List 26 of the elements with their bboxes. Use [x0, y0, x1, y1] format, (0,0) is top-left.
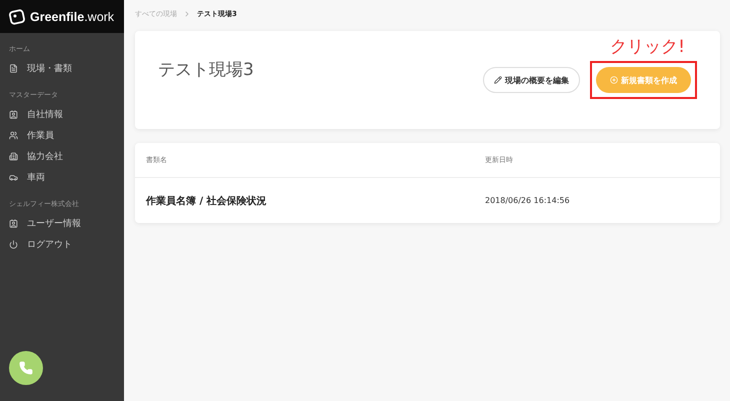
sidebar-item[interactable]: 自社情報	[0, 104, 124, 125]
annotation-text: クリック!	[610, 36, 685, 58]
contact-card-icon	[9, 219, 18, 228]
document-name[interactable]: 作業員名簿 / 社会保険状況	[146, 194, 485, 208]
logo-text: Greenfile.work	[30, 10, 114, 24]
sidebar-item[interactable]: 協力会社	[0, 146, 124, 167]
building-icon	[9, 152, 18, 161]
sidebar-item[interactable]: ユーザー情報	[0, 213, 124, 234]
sidebar-item[interactable]: 車両	[0, 167, 124, 188]
contact-card-icon	[9, 110, 18, 119]
phone-icon	[19, 361, 33, 375]
power-icon	[9, 240, 18, 249]
logo-icon	[9, 8, 25, 24]
page-title: テスト現場3	[158, 58, 255, 80]
sidebar-item[interactable]: 現場・書類	[0, 58, 124, 79]
plus-circle-icon	[610, 76, 618, 84]
pencil-icon	[494, 76, 502, 84]
people-icon	[9, 131, 18, 140]
chevron-icon	[183, 10, 191, 18]
sidebar-item[interactable]: 作業員	[0, 125, 124, 146]
sidebar-item[interactable]: ログアウト	[0, 234, 124, 255]
document-icon	[9, 64, 18, 73]
updated-date: 2018/06/26 16:14:56	[485, 196, 571, 205]
call-button[interactable]	[9, 351, 43, 385]
car-icon	[9, 173, 18, 182]
edit-button[interactable]: 現場の概要を編集	[483, 67, 580, 93]
